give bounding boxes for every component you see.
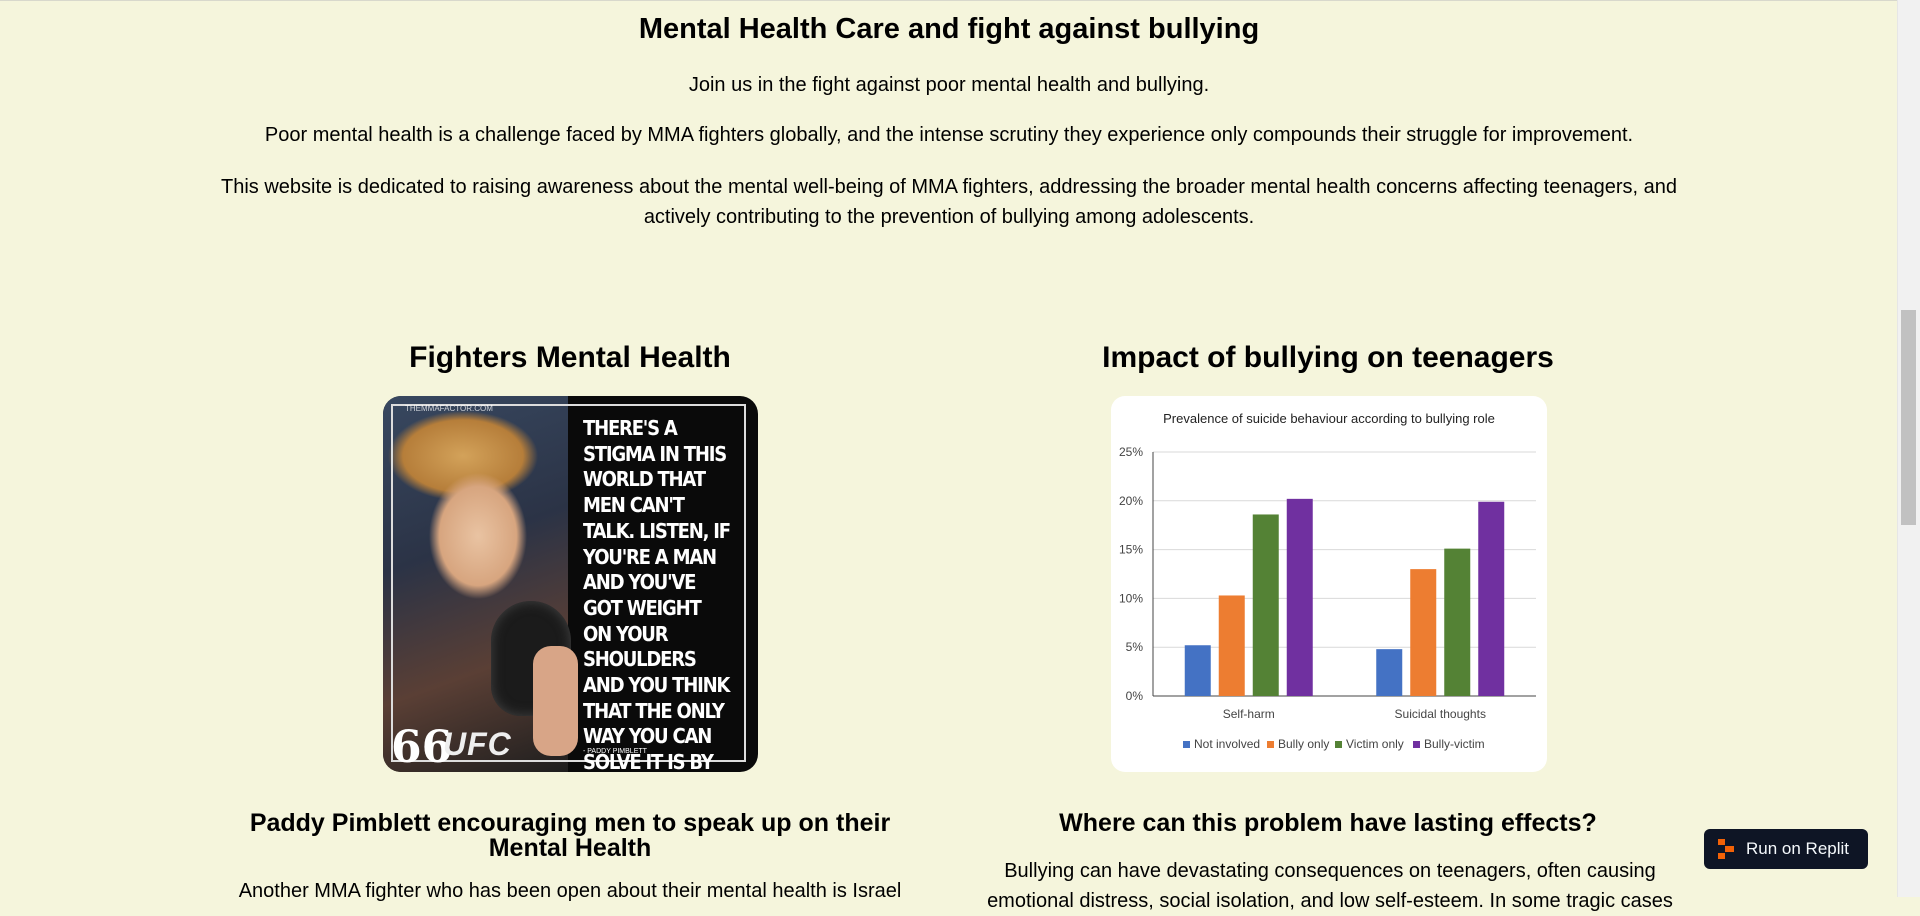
- legend-label: Not involved: [1194, 737, 1260, 751]
- page-scrollbar[interactable]: [1897, 0, 1920, 897]
- legend-swatch: [1335, 741, 1342, 748]
- section-heading-fighters: Fighters Mental Health: [409, 341, 731, 374]
- chart-bar: [1252, 514, 1279, 696]
- lasting-effects-body-wrap: Bullying can have devastating consequenc…: [960, 856, 1700, 916]
- top-divider: [0, 0, 1898, 1]
- intro-paragraph-3: This website is dedicated to raising awa…: [220, 176, 1678, 228]
- section-heading-bullying: Impact of bullying on teenagers: [1102, 341, 1554, 374]
- legend-label: Bully only: [1278, 737, 1329, 751]
- subheading-paddy: Paddy Pimblett encouraging men to speak …: [249, 809, 891, 862]
- run-on-replit-button[interactable]: Run on Replit: [1704, 829, 1868, 869]
- fighters-mental-health-section: Fighters Mental Health: [330, 340, 810, 376]
- paddy-body-wrap: Another MMA fighter who has been open ab…: [220, 876, 920, 906]
- x-category-label: Suicidal thoughts: [1395, 707, 1486, 721]
- lasting-effects-subsection: Where can this problem have lasting effe…: [1018, 811, 1638, 836]
- chart-bar: [1410, 569, 1437, 696]
- subheading-lasting-effects: Where can this problem have lasting effe…: [1059, 809, 1597, 837]
- intro-paragraph-2: Poor mental health is a challenge faced …: [264, 124, 1634, 146]
- intro-paragraph-1: Join us in the fight against poor mental…: [688, 74, 1210, 96]
- x-category-label: Self-harm: [1223, 707, 1275, 721]
- chart-bar: [1184, 645, 1211, 696]
- ufc-logo: UFC: [443, 726, 512, 762]
- legend-label: Bully-victim: [1424, 737, 1485, 751]
- y-tick-label: 20%: [1119, 494, 1143, 508]
- legend-swatch: [1267, 741, 1274, 748]
- y-tick-label: 15%: [1119, 543, 1143, 557]
- paddy-body-text: Another MMA fighter who has been open ab…: [238, 880, 902, 902]
- paddy-pimblett-quote-image: THEMMAFACTOR.COM THERE'S A STIGMA IN THI…: [383, 396, 758, 772]
- bullying-bar-chart: Prevalence of suicide behaviour accordin…: [1119, 411, 1536, 751]
- poster-site-watermark: THEMMAFACTOR.COM: [405, 404, 493, 413]
- paddy-subsection: Paddy Pimblett encouraging men to speak …: [230, 811, 910, 861]
- page-title: Mental Health Care and fight against bul…: [638, 13, 1260, 45]
- legend-label: Victim only: [1346, 737, 1404, 751]
- chart-bar: [1218, 595, 1245, 696]
- chart-bar: [1376, 649, 1403, 696]
- bullying-chart-image: Prevalence of suicide behaviour accordin…: [1111, 396, 1547, 772]
- poster-quote-text: THERE'S A STIGMA IN THIS WORLD THAT MEN …: [583, 416, 731, 772]
- legend-swatch: [1183, 741, 1190, 748]
- chart-bar: [1286, 498, 1313, 696]
- y-tick-label: 25%: [1119, 445, 1143, 459]
- lasting-effects-body-text: Bullying can have devastating consequenc…: [987, 860, 1673, 912]
- legend-swatch: [1413, 741, 1420, 748]
- chart-bar: [1444, 548, 1471, 696]
- chart-bar: [1478, 501, 1505, 696]
- y-tick-label: 5%: [1126, 640, 1144, 654]
- replit-icon: [1718, 839, 1736, 859]
- y-tick-label: 10%: [1119, 591, 1143, 605]
- run-on-replit-label: Run on Replit: [1746, 839, 1850, 858]
- scrollbar-thumb[interactable]: [1901, 310, 1916, 525]
- chart-title: Prevalence of suicide behaviour accordin…: [1163, 411, 1495, 426]
- poster-quote-author: - PADDY PIMBLETT: [583, 748, 647, 755]
- bullying-impact-section: Impact of bullying on teenagers: [1058, 340, 1598, 376]
- y-tick-label: 0%: [1126, 689, 1144, 703]
